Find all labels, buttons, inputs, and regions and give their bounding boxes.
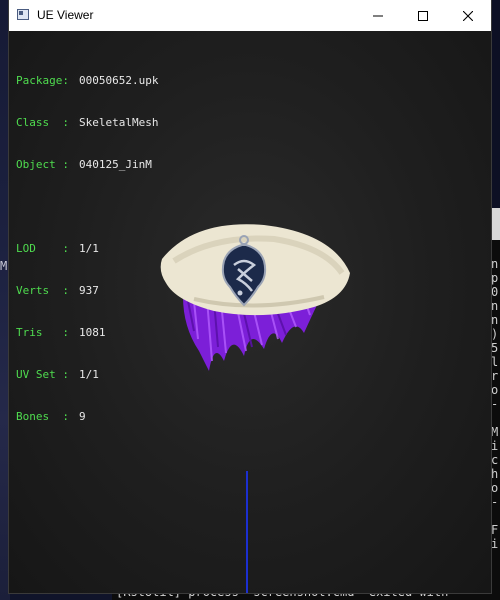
window-title: UE Viewer — [37, 8, 94, 22]
info-label: Tris : — [16, 326, 69, 339]
info-value: 937 — [79, 284, 99, 297]
info-row-class: Class : SkeletalMesh — [16, 116, 158, 130]
minimize-button[interactable] — [355, 0, 401, 31]
minimize-icon — [373, 15, 383, 16]
info-value: 1/1 — [79, 242, 99, 255]
console-scroll-region — [490, 208, 500, 240]
info-label: Bones : — [16, 410, 69, 423]
3d-viewport[interactable]: Package: 00050652.upk Class : SkeletalMesh… — [9, 31, 491, 593]
info-label: LOD : — [16, 242, 69, 255]
close-icon — [463, 10, 473, 21]
background-console-window: n p 0 n n ) 5 l r o - M i c h o - F i — [490, 208, 500, 600]
info-row-tris: Tris : 1081 — [16, 326, 158, 340]
info-label: UV Set : — [16, 368, 69, 381]
close-button[interactable] — [445, 0, 491, 31]
mesh-info-overlay: Package: 00050652.upk Class : SkeletalMesh… — [16, 46, 158, 452]
info-label: Package: — [16, 74, 69, 87]
info-value: SkeletalMesh — [79, 116, 159, 129]
maximize-button[interactable] — [400, 0, 446, 31]
axis-line — [246, 471, 248, 593]
info-value: 1/1 — [79, 368, 99, 381]
info-value: 040125_JinM — [79, 158, 152, 171]
app-window-icon — [17, 9, 29, 20]
title-bar[interactable]: UE Viewer — [9, 0, 491, 31]
info-row-object: Object : 040125_JinM — [16, 158, 158, 172]
info-value: 9 — [79, 410, 86, 423]
info-row-verts: Verts : 937 — [16, 284, 158, 298]
console-text: n p 0 n n ) 5 l r o - M i c h o - F i — [491, 257, 499, 551]
maximize-icon — [418, 10, 428, 21]
skeletal-mesh-model[interactable] — [154, 221, 354, 381]
info-label: Class : — [16, 116, 69, 129]
info-row-uvset: UV Set : 1/1 — [16, 368, 158, 382]
info-row-lod: LOD : 1/1 — [16, 242, 158, 256]
info-value: 1081 — [79, 326, 106, 339]
info-row-package: Package: 00050652.upk — [16, 74, 158, 88]
info-row-bones: Bones : 9 — [16, 410, 158, 424]
info-value: 00050652.upk — [79, 74, 159, 87]
ue-viewer-window[interactable]: UE Viewer Package: 00050652.upk Class : Sk… — [9, 0, 491, 593]
info-label: Object : — [16, 158, 69, 171]
info-label: Verts : — [16, 284, 69, 297]
desktop-text-fragment: M — [0, 259, 8, 273]
